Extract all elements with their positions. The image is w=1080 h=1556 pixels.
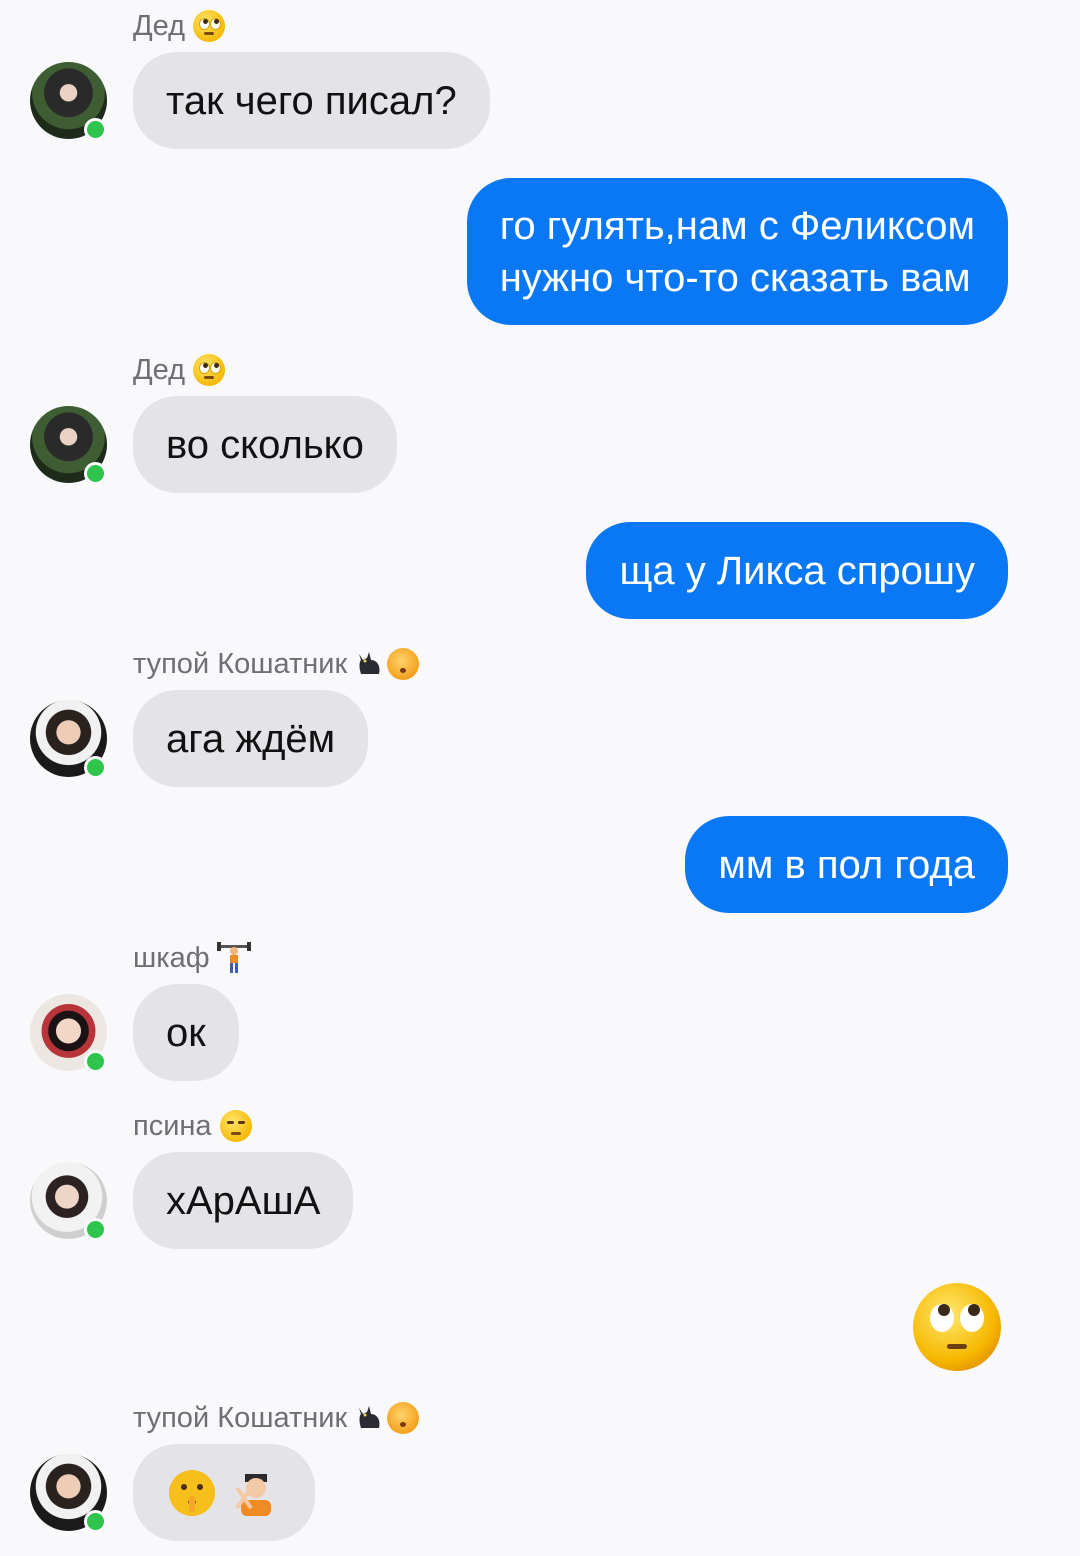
online-indicator xyxy=(84,118,107,141)
kissing-cat-icon xyxy=(387,1402,420,1434)
message-bubble[interactable] xyxy=(133,1444,315,1541)
message-bubble-outgoing[interactable]: мм в пол года xyxy=(685,816,1008,913)
avatar[interactable] xyxy=(30,406,107,485)
face-with-rolling-eyes-icon xyxy=(193,10,226,42)
online-indicator xyxy=(84,1510,107,1533)
online-indicator xyxy=(84,1218,107,1241)
online-indicator xyxy=(84,756,107,779)
message-bubble[interactable]: хАрАшА xyxy=(133,1152,354,1249)
black-cat-icon xyxy=(353,1402,385,1434)
message-bubble-outgoing[interactable]: го гулять,нам с Феликсом нужно что-то ск… xyxy=(466,178,1008,325)
person-lifting-weights-icon xyxy=(216,941,252,975)
avatar[interactable] xyxy=(30,700,107,779)
kissing-cat-icon xyxy=(387,648,420,680)
sender-name: Дед xyxy=(133,6,226,46)
unamused-face-icon xyxy=(219,1110,252,1142)
message-bubble[interactable]: ага ждём xyxy=(133,690,369,787)
sender-name: псина xyxy=(133,1106,252,1146)
message-bubble[interactable]: во сколько xyxy=(133,396,397,493)
sender-name: тупой Кошатник xyxy=(133,1398,420,1438)
avatar[interactable] xyxy=(30,1162,107,1241)
person-gesturing-no-icon xyxy=(231,1468,281,1518)
black-cat-icon xyxy=(353,648,385,680)
avatar[interactable] xyxy=(30,994,107,1073)
online-indicator xyxy=(84,462,107,485)
shushing-face-icon xyxy=(167,1468,217,1518)
online-indicator xyxy=(84,1050,107,1073)
message-bubble[interactable]: ок xyxy=(133,984,239,1081)
sender-name: Дед xyxy=(133,350,226,390)
sender-name: тупой Кошатник xyxy=(133,644,420,684)
face-with-rolling-eyes-icon xyxy=(193,354,226,386)
message-bubble[interactable]: так чего писал? xyxy=(133,52,490,149)
sender-name: шкаф xyxy=(133,938,252,978)
avatar[interactable] xyxy=(30,62,107,141)
message-bubble-outgoing[interactable]: ща у Ликса спрошу xyxy=(586,522,1008,619)
avatar[interactable] xyxy=(30,1454,107,1533)
face-with-rolling-eyes-icon[interactable] xyxy=(912,1282,1002,1372)
